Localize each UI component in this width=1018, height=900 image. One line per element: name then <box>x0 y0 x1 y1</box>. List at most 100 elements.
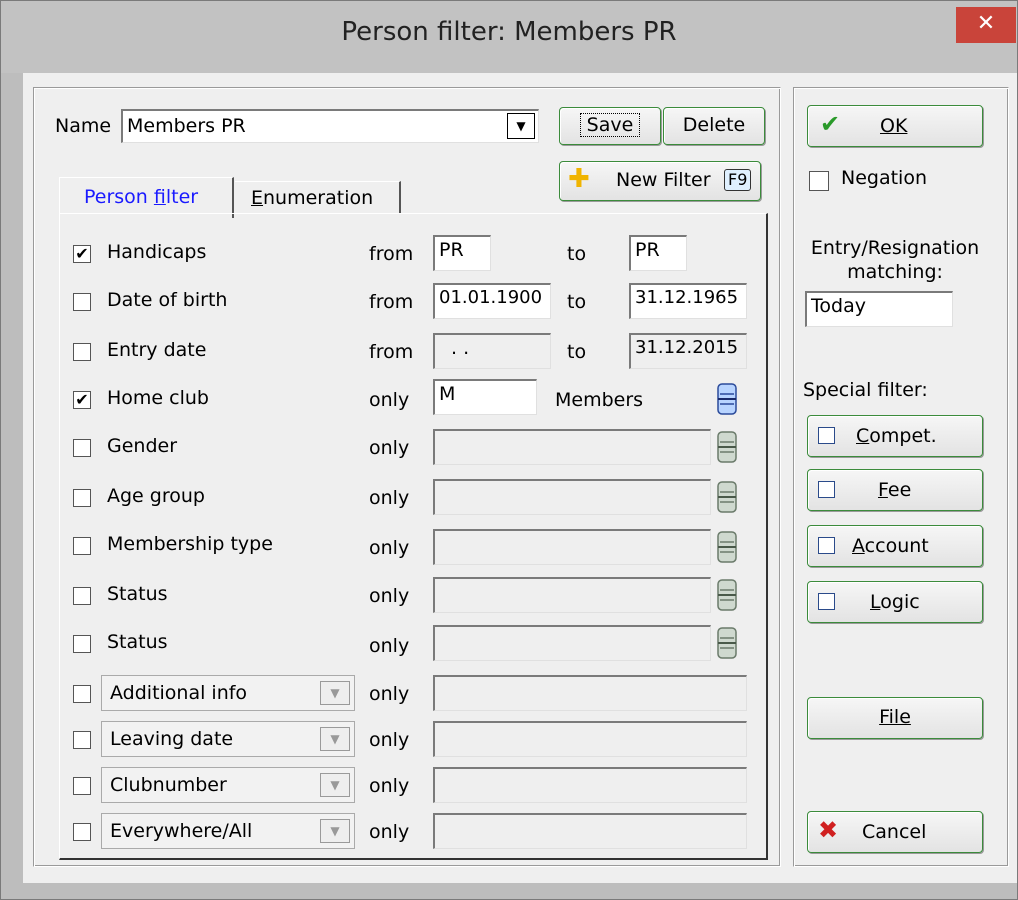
status-1-checkbox[interactable] <box>73 587 91 605</box>
clubnumber-field: Clubnumber <box>110 774 227 796</box>
entry-date-from-input[interactable]: . . <box>433 333 551 369</box>
list-picker-icon[interactable] <box>717 481 737 513</box>
leaving-date-input[interactable] <box>433 721 747 757</box>
home-club-input[interactable]: M <box>433 379 537 415</box>
status-1-input[interactable] <box>433 577 711 613</box>
tab-person-filter[interactable]: Person filter <box>59 177 234 218</box>
save-button[interactable]: Save <box>559 107 661 145</box>
gender-label: Gender <box>107 435 178 457</box>
cancel-x-icon: ✖ <box>818 816 839 844</box>
tab-person-filter-label: Person filter <box>84 186 199 208</box>
dialog-window: Person filter: Members PR ✕ Name Members… <box>0 0 1018 900</box>
gender-only-label: only <box>369 437 410 459</box>
compet-button[interactable]: Compet. <box>807 415 983 457</box>
date-of-birth-to-input[interactable]: 31.12.1965 <box>629 283 747 319</box>
age-group-label: Age group <box>107 485 205 507</box>
additional-info-combobox[interactable]: Additional info ▼ <box>101 675 355 711</box>
clubnumber-checkbox[interactable] <box>73 777 91 795</box>
close-button[interactable]: ✕ <box>956 7 1016 43</box>
title-bar[interactable]: Person filter: Members PR ✕ <box>1 1 1017 73</box>
list-picker-icon[interactable] <box>717 431 737 463</box>
logic-label: Logic <box>870 591 920 613</box>
name-label: Name <box>55 115 112 137</box>
handicaps-from-input[interactable]: PR <box>433 235 491 271</box>
chevron-down-icon[interactable]: ▼ <box>320 819 350 843</box>
new-filter-button[interactable]: ✚ New Filter F9 <box>559 161 761 201</box>
leaving-date-combobox[interactable]: Leaving date ▼ <box>101 721 355 757</box>
ok-label: OK <box>880 115 908 137</box>
entry-resignation-label-line2: matching: <box>847 261 943 283</box>
membership-type-checkbox[interactable] <box>73 537 91 555</box>
age-group-checkbox[interactable] <box>73 489 91 507</box>
handicaps-to-input[interactable]: PR <box>629 235 687 271</box>
membership-type-input[interactable] <box>433 529 711 565</box>
tab-enumeration[interactable]: Enumeration <box>235 181 401 214</box>
fee-button[interactable]: Fee <box>807 469 983 511</box>
delete-label: Delete <box>682 114 746 136</box>
entry-date-from-label: from <box>369 341 414 363</box>
membership-type-only-label: only <box>369 537 410 559</box>
chevron-down-icon[interactable]: ▼ <box>320 773 350 797</box>
everywhere-field: Everywhere/All <box>110 820 253 842</box>
account-button[interactable]: Account <box>807 525 983 567</box>
additional-info-input[interactable] <box>433 675 747 711</box>
clubnumber-only-label: only <box>369 775 410 797</box>
clubnumber-input[interactable] <box>433 767 747 803</box>
membership-type-label: Membership type <box>107 533 273 555</box>
logic-button[interactable]: Logic <box>807 581 983 623</box>
cancel-button[interactable]: ✖ Cancel <box>807 811 983 853</box>
name-value: Members PR <box>127 115 246 137</box>
new-filter-label: New Filter <box>616 169 711 191</box>
date-of-birth-checkbox[interactable] <box>73 293 91 311</box>
home-club-checkbox[interactable]: ✔ <box>73 391 91 409</box>
status-2-checkbox[interactable] <box>73 635 91 653</box>
delete-button[interactable]: Delete <box>663 107 765 145</box>
chevron-down-icon[interactable]: ▼ <box>320 681 350 705</box>
entry-date-to-label: to <box>567 341 587 363</box>
chevron-down-icon[interactable]: ▼ <box>320 727 350 751</box>
clubnumber-combobox[interactable]: Clubnumber ▼ <box>101 767 355 803</box>
leaving-date-checkbox[interactable] <box>73 731 91 749</box>
name-combobox[interactable]: Members PR <box>121 109 539 143</box>
negation-label: Negation <box>841 167 928 189</box>
gender-checkbox[interactable] <box>73 439 91 457</box>
new-filter-shortcut: F9 <box>724 169 752 191</box>
entry-date-to-input[interactable]: 31.12.2015 <box>629 333 747 369</box>
date-of-birth-from-input[interactable]: 01.01.1900 <box>433 283 551 319</box>
everywhere-only-label: only <box>369 821 410 843</box>
logic-checkbox-icon <box>818 593 835 610</box>
status-2-input[interactable] <box>433 625 711 661</box>
entry-date-checkbox[interactable] <box>73 343 91 361</box>
everywhere-input[interactable] <box>433 813 747 849</box>
account-checkbox-icon <box>818 537 835 554</box>
date-of-birth-label: Date of birth <box>107 289 228 311</box>
handicaps-checkbox[interactable]: ✔ <box>73 245 91 263</box>
list-picker-icon[interactable] <box>717 627 737 659</box>
everywhere-checkbox[interactable] <box>73 823 91 841</box>
list-picker-icon[interactable] <box>717 531 737 563</box>
entry-date-label: Entry date <box>107 339 207 361</box>
age-group-input[interactable] <box>433 479 711 515</box>
everywhere-combobox[interactable]: Everywhere/All ▼ <box>101 813 355 849</box>
additional-info-checkbox[interactable] <box>73 685 91 703</box>
home-club-description: Members <box>555 389 644 411</box>
file-button[interactable]: File <box>807 697 983 739</box>
compet-label: Compet. <box>856 425 937 447</box>
dialog-client: Name Members PR ▼ Save Delete ✚ New Filt… <box>23 73 1017 883</box>
special-filter-label: Special filter: <box>803 379 928 401</box>
additional-info-field: Additional info <box>110 682 248 704</box>
tab-enumeration-label: Enumeration <box>251 187 374 209</box>
age-group-only-label: only <box>369 487 410 509</box>
name-dropdown-icon[interactable]: ▼ <box>507 113 535 139</box>
status-2-only-label: only <box>369 635 410 657</box>
list-picker-icon[interactable] <box>717 579 737 611</box>
date-of-birth-from-label: from <box>369 291 414 313</box>
list-picker-icon[interactable] <box>717 383 737 415</box>
ok-button[interactable]: ✔ OK <box>807 105 983 147</box>
additional-info-only-label: only <box>369 683 410 705</box>
plus-icon: ✚ <box>568 164 590 194</box>
gender-input[interactable] <box>433 429 711 465</box>
save-label: Save <box>579 113 641 137</box>
entry-resignation-input[interactable]: Today <box>805 291 953 327</box>
negation-checkbox[interactable] <box>809 171 829 191</box>
